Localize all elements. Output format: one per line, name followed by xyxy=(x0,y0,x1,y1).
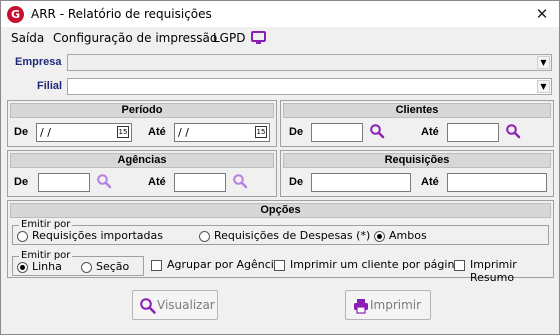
clientes-group: Clientes De Até xyxy=(280,100,554,147)
empresa-label: Empresa xyxy=(15,56,62,68)
radio-linha-label: Linha xyxy=(32,260,62,273)
checkbox-imprimir-resumo-label: Imprimir Resumo xyxy=(470,258,517,284)
requisicoes-de-label: De xyxy=(289,176,304,188)
close-button[interactable]: ✕ xyxy=(531,3,553,25)
checkbox-agrupar-agencia-label: Agrupar por Agência xyxy=(167,258,281,271)
requisicoes-ate-input[interactable] xyxy=(447,173,547,192)
radio-requisicoes-despesas-label: Requisições de Despesas (*) xyxy=(214,229,371,242)
radio-requisicoes-despesas[interactable] xyxy=(199,231,210,242)
radio-secao-label: Seção xyxy=(96,260,130,273)
printer-icon xyxy=(354,299,368,314)
periodo-de-label: De xyxy=(14,126,29,138)
filial-label: Filial xyxy=(37,80,63,92)
radio-requisicoes-importadas-label: Requisições importadas xyxy=(32,229,164,242)
app-logo-icon: G xyxy=(7,6,24,23)
agencias-de-label: De xyxy=(14,176,29,188)
window-title: ARR - Relatório de requisições xyxy=(31,7,212,21)
radio-secao[interactable] xyxy=(81,262,92,273)
search-icon[interactable] xyxy=(232,173,248,189)
requisicoes-ate-label: Até xyxy=(421,176,439,188)
report-window: G ARR - Relatório de requisições ✕ Saída… xyxy=(0,0,560,335)
emitir-por-tipo-fieldset: Emitir por Requisições importadas Requis… xyxy=(12,219,549,245)
clientes-ate-label: Até xyxy=(421,126,439,138)
radio-linha[interactable] xyxy=(17,262,28,273)
agencias-title: Agências xyxy=(10,153,274,168)
requisicoes-group: Requisições De Até xyxy=(280,150,554,197)
calendar-icon[interactable]: 15 xyxy=(117,126,129,138)
periodo-ate-value: / / xyxy=(178,126,189,139)
checkbox-agrupar-agencia[interactable] xyxy=(151,260,162,271)
opcoes-title: Opções xyxy=(10,203,551,218)
opcoes-group: Opções Emitir por Requisições importadas… xyxy=(7,200,554,284)
clientes-de-input[interactable] xyxy=(311,123,363,142)
agencias-de-input[interactable] xyxy=(38,173,90,192)
agencias-ate-label: Até xyxy=(148,176,166,188)
emitir-por-nivel-fieldset: Emitir por Linha Seção xyxy=(12,250,144,276)
clientes-ate-input[interactable] xyxy=(447,123,499,142)
search-icon[interactable] xyxy=(369,123,385,139)
menu-configuracao-impressao[interactable]: Configuração de impressão xyxy=(53,31,217,45)
clientes-de-label: De xyxy=(289,126,304,138)
menu-bar: Saída Configuração de impressão LGPD xyxy=(1,28,559,48)
checkbox-cliente-por-pagina-label: Imprimir um cliente por página xyxy=(290,258,462,271)
title-bar: G ARR - Relatório de requisições ✕ xyxy=(1,1,559,27)
imprimir-label: Imprimir xyxy=(370,298,422,312)
requisicoes-title: Requisições xyxy=(283,153,551,168)
agencias-ate-input[interactable] xyxy=(174,173,226,192)
checkbox-imprimir-resumo[interactable] xyxy=(454,260,465,271)
requisicoes-de-input[interactable] xyxy=(311,173,411,192)
search-icon[interactable] xyxy=(96,173,112,189)
monitor-icon[interactable] xyxy=(251,31,266,44)
search-icon xyxy=(140,298,156,314)
chevron-down-icon[interactable]: ▼ xyxy=(537,56,550,69)
empresa-select[interactable]: ▼ xyxy=(67,54,552,71)
search-icon[interactable] xyxy=(505,123,521,139)
filial-select[interactable]: ▼ xyxy=(67,78,552,95)
checkbox-cliente-por-pagina[interactable] xyxy=(274,260,285,271)
radio-requisicoes-importadas[interactable] xyxy=(17,231,28,242)
periodo-ate-label: Até xyxy=(148,126,166,138)
calendar-icon[interactable]: 15 xyxy=(255,126,267,138)
radio-ambos[interactable] xyxy=(374,231,385,242)
periodo-de-input[interactable]: / / 15 xyxy=(36,123,132,142)
menu-saida[interactable]: Saída xyxy=(11,31,44,45)
periodo-title: Período xyxy=(10,103,274,118)
periodo-group: Período De / / 15 Até / / 15 xyxy=(7,100,277,147)
visualizar-label: Visualizar xyxy=(157,298,215,312)
menu-lgpd[interactable]: LGPD xyxy=(213,31,245,45)
radio-ambos-label: Ambos xyxy=(389,229,427,242)
periodo-de-value: / / xyxy=(40,126,51,139)
visualizar-button[interactable]: Visualizar xyxy=(132,290,218,320)
periodo-ate-input[interactable]: / / 15 xyxy=(174,123,270,142)
agencias-group: Agências De Até xyxy=(7,150,277,197)
clientes-title: Clientes xyxy=(283,103,551,118)
chevron-down-icon[interactable]: ▼ xyxy=(537,80,550,93)
imprimir-button[interactable]: Imprimir xyxy=(345,290,431,320)
